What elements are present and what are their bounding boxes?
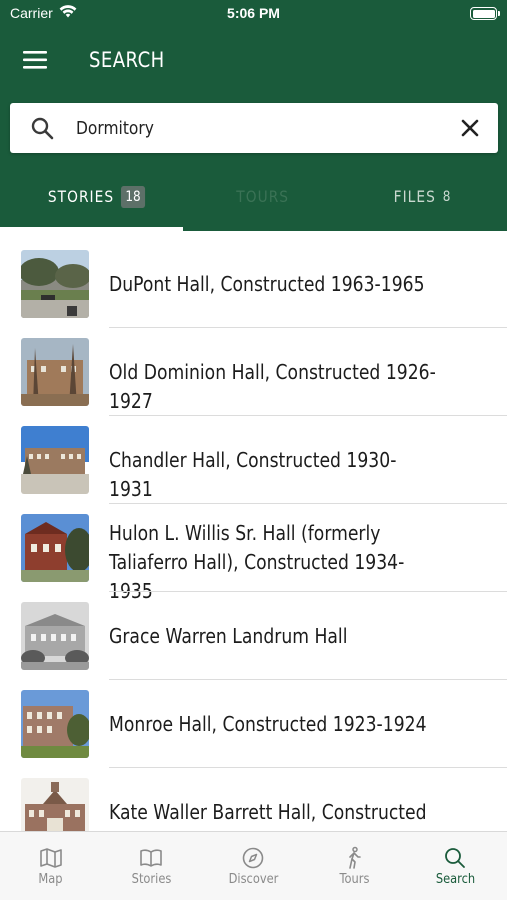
tabbar-label: Map: [38, 872, 63, 887]
tabbar-item-discover[interactable]: Discover: [203, 832, 304, 900]
close-icon[interactable]: [460, 118, 480, 138]
list-item[interactable]: Kate Waller Barrett Hall, Constructed 19…: [0, 759, 507, 831]
status-time: 5:06 PM: [227, 5, 280, 21]
list-item[interactable]: DuPont Hall, Constructed 1963-1965: [0, 231, 507, 328]
thumbnail-image: [21, 250, 89, 318]
page-title: SEARCH: [89, 48, 165, 72]
tab-tours[interactable]: TOURS: [178, 168, 347, 231]
search-icon: [30, 116, 54, 140]
results-tabs: STORIES 18 TOURS FILES 8: [0, 168, 507, 231]
thumbnail-image: [21, 778, 89, 831]
thumbnail-image: [21, 426, 89, 494]
list-item[interactable]: Grace Warren Landrum Hall: [0, 583, 507, 680]
search-input[interactable]: [76, 103, 395, 153]
tab-count: 8: [443, 188, 451, 205]
results-list: DuPont Hall, Constructed 1963-1965 Old D: [0, 231, 507, 831]
list-item[interactable]: Monroe Hall, Constructed 1923-1924: [0, 671, 507, 768]
tabbar-label: Discover: [228, 872, 279, 887]
tabbar-label: Stories: [131, 872, 172, 887]
header: Carrier 5:06 PM SEARCH Dormitory STORIES…: [0, 0, 507, 231]
app-screen: Carrier 5:06 PM SEARCH Dormitory STORIES…: [0, 0, 507, 900]
list-item[interactable]: Chandler Hall, Constructed 1930-1931: [0, 407, 507, 504]
list-item-title: Monroe Hall, Constructed 1923-1924: [109, 712, 427, 736]
search-bar: [10, 103, 498, 153]
status-bar: Carrier 5:06 PM: [0, 0, 507, 28]
thumbnail-image: [21, 514, 89, 582]
bottom-tab-bar: Map Stories Discover Tours Search: [0, 831, 507, 900]
list-item[interactable]: Old Dominion Hall, Constructed 1926-1927: [0, 319, 507, 416]
thumbnail-image: [21, 602, 89, 670]
tab-label: FILES: [394, 187, 437, 206]
book-icon: [139, 846, 163, 870]
tab-stories[interactable]: STORIES 18: [12, 168, 181, 231]
map-icon: [39, 846, 63, 870]
tab-count-badge: 18: [121, 185, 146, 208]
tabbar-label: Tours: [339, 872, 370, 887]
hamburger-menu-icon[interactable]: [23, 50, 47, 70]
tabbar-item-tours[interactable]: Tours: [304, 832, 405, 900]
tab-label: TOURS: [236, 187, 289, 206]
walking-person-icon: [342, 846, 366, 870]
list-item-title: DuPont Hall, Constructed 1963-1965: [109, 272, 425, 296]
tab-label: STORIES: [47, 187, 115, 206]
battery-icon: [470, 7, 500, 20]
thumbnail-image: [21, 690, 89, 758]
compass-icon: [241, 846, 265, 870]
search-icon: [443, 846, 467, 870]
tabbar-item-search[interactable]: Search: [405, 832, 506, 900]
thumbnail-image: [21, 338, 89, 406]
nav-bar: SEARCH: [0, 32, 507, 88]
list-item[interactable]: Hulon L. Willis Sr. Hall (formerly Talia…: [0, 495, 507, 603]
tab-files[interactable]: FILES 8: [338, 168, 507, 231]
tabbar-label: Search: [435, 872, 476, 887]
tabbar-item-stories[interactable]: Stories: [101, 832, 202, 900]
list-item-title: Kate Waller Barrett Hall, Constructed 19…: [109, 800, 427, 831]
tabbar-item-map[interactable]: Map: [0, 832, 101, 900]
list-item-title: Grace Warren Landrum Hall: [109, 624, 348, 648]
